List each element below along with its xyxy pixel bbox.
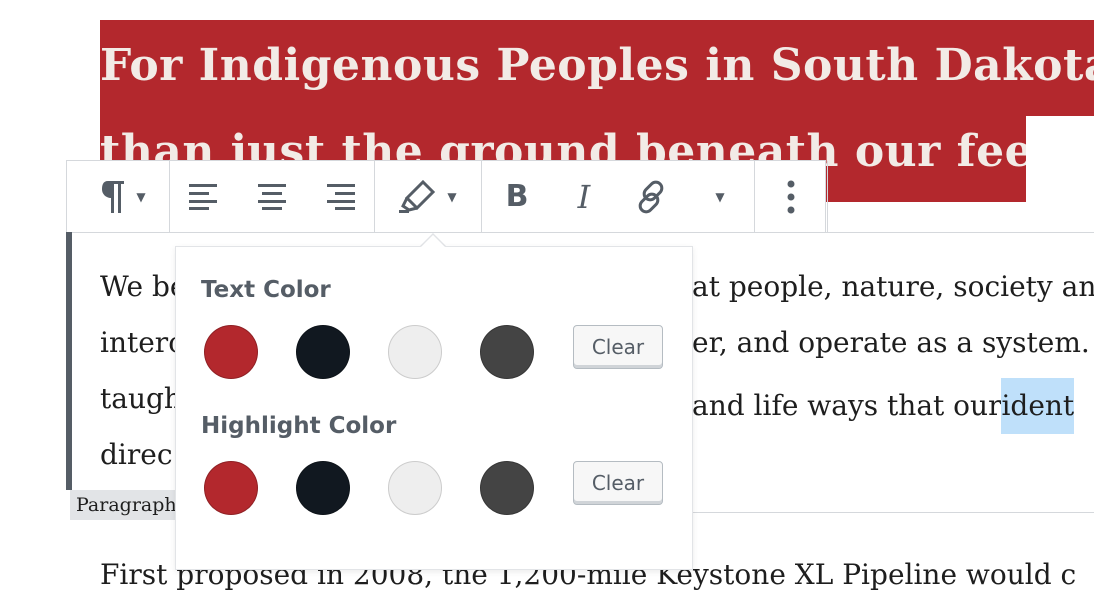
highlight-color-swatch-black[interactable] [296,461,350,515]
block-label: Paragraph [70,490,183,520]
popover-arrow-inner [421,235,445,247]
text-color-clear-button[interactable]: Clear [573,325,663,369]
highlight-color-clear-button[interactable]: Clear [573,461,663,505]
paragraph-line-2[interactable]: interc [100,326,184,359]
link-button[interactable] [616,161,686,232]
block-toolbar: ▼ ▼ B I ▼ [66,160,828,232]
paragraph-line-1[interactable]: We be [100,270,186,303]
align-center-button[interactable] [238,161,306,232]
highlight-color-swatch-light-gray[interactable] [388,461,442,515]
more-options-button[interactable] [755,161,827,232]
more-formats-button[interactable]: ▼ [686,161,754,232]
text-color-swatch-black[interactable] [296,325,350,379]
selected-text[interactable]: ident [1001,378,1075,434]
highlight-color-swatch-red[interactable] [204,461,258,515]
heading-line-1[interactable]: For Indigenous Peoples in South Dakota, … [100,20,1094,116]
highlighter-icon [399,179,437,214]
highlight-color-title: Highlight Color [201,413,397,439]
link-icon [633,179,669,215]
color-button[interactable]: ▼ [375,161,481,232]
block-border [66,232,1094,233]
text-color-swatch-red[interactable] [204,325,258,379]
paragraph-line-1-end[interactable]: at people, nature, society an [692,270,1094,303]
paragraph-line-3[interactable]: taugh [100,382,182,415]
paragraph-type-button[interactable]: ▼ [73,161,169,232]
paragraph-line-3-end[interactable]: and life ways that our ident [692,378,1075,434]
align-right-icon [325,183,355,210]
align-left-icon [189,183,219,210]
chevron-down-icon: ▼ [715,189,725,204]
more-vertical-icon [787,180,795,214]
bold-button[interactable]: B [482,161,552,232]
text-color-swatch-light-gray[interactable] [388,325,442,379]
text-color-swatch-dark-gray[interactable] [480,325,534,379]
paragraph-line-2-end[interactable]: er, and operate as a system. C [692,326,1094,359]
align-right-button[interactable] [306,161,374,232]
heading-text-1: For Indigenous Peoples in South Dakota, … [100,40,1094,91]
align-center-icon [257,183,287,210]
paragraph-line-4[interactable]: direc [100,438,173,471]
chevron-down-icon: ▼ [447,189,457,204]
color-popover: Text Color Clear Highlight Color Clear [175,246,693,570]
text-color-title: Text Color [201,277,331,303]
highlight-color-swatch-dark-gray[interactable] [480,461,534,515]
align-left-button[interactable] [170,161,238,232]
chevron-down-icon: ▼ [136,189,146,204]
pilcrow-icon [96,179,126,215]
italic-button[interactable]: I [552,161,616,232]
